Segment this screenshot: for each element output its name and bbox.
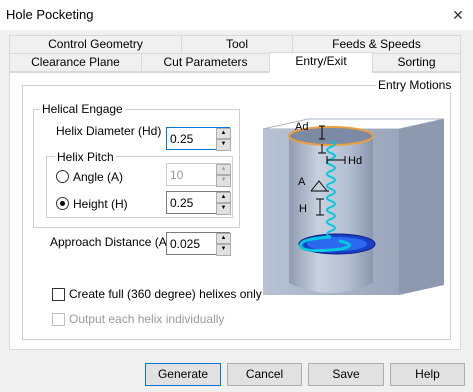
title-bar: Hole Pocketing ✕ [0, 0, 473, 30]
tab-label: Entry/Exit [295, 54, 347, 68]
tab-clearance-plane[interactable]: Clearance Plane [9, 53, 142, 72]
approach-distance-field[interactable]: 0.025 ▲ ▼ [166, 232, 231, 256]
save-button[interactable]: Save [308, 363, 384, 386]
help-button[interactable]: Help [390, 363, 465, 386]
helical-engage-label: Helical Engage [40, 102, 125, 116]
angle-field[interactable]: 10 ▲ ▼ [166, 163, 231, 187]
spin-up-icon[interactable]: ▲ [216, 128, 231, 139]
close-icon[interactable]: ✕ [443, 0, 473, 30]
hd-dimension-label: Hd [348, 155, 362, 167]
spin-down-icon[interactable]: ▼ [216, 139, 231, 151]
spin-down-icon[interactable]: ▼ [216, 175, 231, 187]
full-helixes-checkbox[interactable] [52, 288, 65, 301]
helix-diameter-spinner[interactable]: ▲ ▼ [216, 128, 231, 151]
approach-distance-value: 0.025 [170, 237, 201, 251]
helix-diameter-value: 0.25 [170, 132, 194, 146]
tab-label: Control Geometry [48, 37, 143, 51]
height-radio[interactable] [56, 197, 69, 210]
spin-up-icon[interactable]: ▲ [216, 233, 231, 244]
tab-label: Sorting [397, 55, 436, 69]
tab-control-geometry[interactable]: Control Geometry [9, 35, 182, 54]
generate-button[interactable]: Generate [145, 363, 221, 386]
a-dimension-label: A [298, 176, 306, 188]
cancel-button[interactable]: Cancel [227, 363, 302, 386]
angle-value: 10 [170, 168, 184, 182]
helix-diameter-field[interactable]: 0.25 ▲ ▼ [166, 127, 231, 151]
helix-pitch-label: Helix Pitch [55, 150, 116, 164]
full-helixes-label: Create full (360 degree) helixes only [69, 287, 262, 301]
angle-label: Angle (A) [73, 170, 124, 184]
angle-spinner[interactable]: ▲ ▼ [216, 164, 231, 187]
tab-label: Cut Parameters [163, 55, 248, 69]
approach-distance-spinner[interactable]: ▲ ▼ [216, 233, 231, 256]
tab-sorting[interactable]: Sorting [372, 53, 461, 72]
tab-cut-parameters[interactable]: Cut Parameters [141, 53, 270, 72]
helix-entry-diagram: Ad Hd A H [262, 118, 444, 295]
tab-label: Feeds & Speeds [332, 37, 421, 51]
window-title: Hole Pocketing [6, 7, 94, 22]
height-label: Height (H) [73, 197, 128, 211]
height-value: 0.25 [170, 196, 194, 210]
spin-down-icon[interactable]: ▼ [216, 244, 231, 256]
radio-selected-dot [60, 201, 65, 206]
spin-up-icon[interactable]: ▲ [216, 164, 231, 175]
entry-motions-label: Entry Motions [376, 78, 454, 92]
ad-dimension-label: Ad [295, 121, 308, 133]
tab-label: Clearance Plane [31, 55, 120, 69]
tab-label: Tool [225, 37, 248, 51]
height-field[interactable]: 0.25 ▲ ▼ [166, 191, 231, 215]
helix-diameter-label: Helix Diameter (Hd) [56, 124, 162, 138]
spin-up-icon[interactable]: ▲ [216, 192, 231, 203]
spin-down-icon[interactable]: ▼ [216, 203, 231, 215]
h-dimension-label: H [299, 203, 307, 215]
output-individually-checkbox[interactable] [52, 313, 65, 326]
tab-entry-exit[interactable]: Entry/Exit [269, 52, 373, 73]
output-individually-label: Output each helix individually [69, 312, 225, 326]
height-spinner[interactable]: ▲ ▼ [216, 192, 231, 215]
angle-radio[interactable] [56, 170, 69, 183]
approach-distance-label: Approach Distance (Ad) [50, 235, 178, 249]
